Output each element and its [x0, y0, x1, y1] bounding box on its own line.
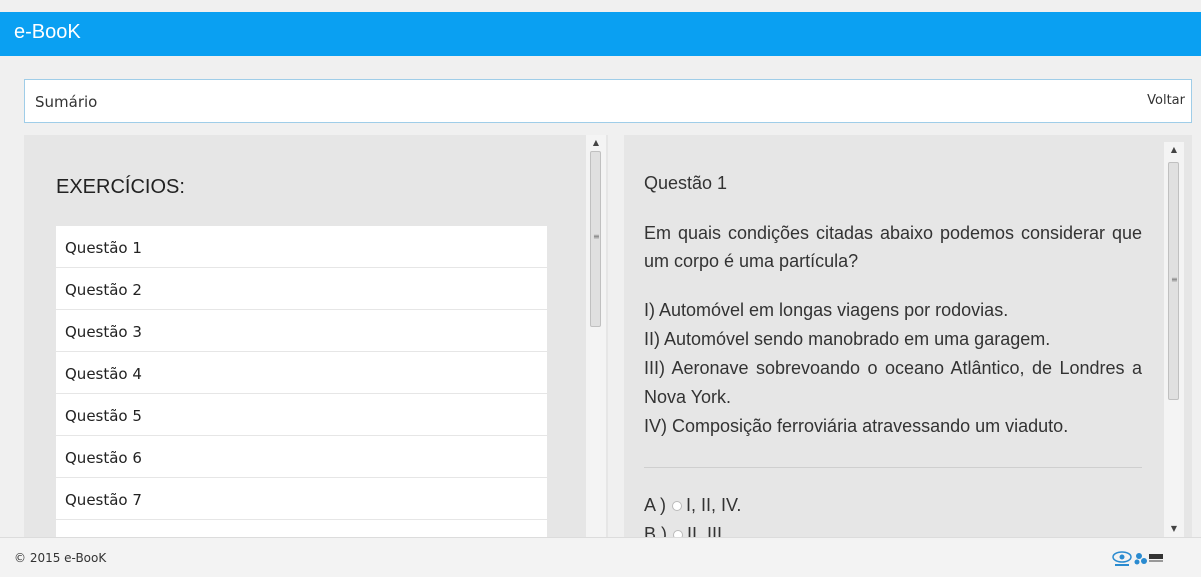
copyright-text: © 2015 e-BooK — [14, 551, 107, 565]
statement-item: II) Automóvel sendo manobrado em uma gar… — [644, 329, 1051, 349]
question-list-item-partial[interactable] — [56, 520, 547, 537]
question-list: Questão 1 Questão 2 Questão 3 Questão 4 … — [56, 226, 547, 537]
scrollbar-thumb[interactable]: ≡ — [590, 151, 601, 327]
question-list-item[interactable]: Questão 7 — [56, 478, 547, 520]
question-list-item[interactable]: Questão 1 — [56, 226, 547, 268]
radio-button[interactable] — [672, 501, 683, 512]
app-title: e-BooK — [14, 21, 81, 43]
answer-option[interactable]: A ) I, II, IV. — [644, 495, 741, 516]
statement-item: III) Aeronave sobrevoando o oceano Atlân… — [644, 358, 1142, 407]
answer-option[interactable]: B ) II, III — [644, 524, 722, 537]
left-scrollbar[interactable]: ▲ ≡ — [586, 135, 606, 537]
question-list-item[interactable]: Questão 5 — [56, 394, 547, 436]
question-list-item[interactable]: Questão 4 — [56, 352, 547, 394]
question-text: Em quais condições citadas abaixo podemo… — [644, 223, 1142, 271]
statement-item: I) Automóvel em longas viagens por rodov… — [644, 300, 1009, 320]
question-list-item[interactable]: Questão 3 — [56, 310, 547, 352]
exercise-list-panel: EXERCÍCIOS: Questão 1 Questão 2 Questão … — [24, 135, 608, 537]
statement-item: IV) Composição ferroviária atravessando … — [644, 416, 1069, 436]
option-text: II, III — [687, 524, 723, 537]
back-link[interactable]: Voltar — [1147, 93, 1185, 108]
summary-label[interactable]: Sumário — [35, 93, 97, 111]
arrow-up-icon[interactable]: ▲ — [1164, 142, 1184, 158]
option-text: I, II, IV. — [686, 495, 742, 515]
statement-list: I) Automóvel em longas viagens por rodov… — [644, 296, 1142, 441]
exercises-heading: EXERCÍCIOS: — [56, 176, 185, 198]
question-title: Questão 1 — [644, 173, 728, 193]
summary-bar: Sumário Voltar — [24, 79, 1192, 123]
grip-icon: ≡ — [593, 232, 600, 241]
footer: © 2015 e-BooK — [0, 537, 1201, 577]
option-letter: B ) — [644, 524, 668, 537]
arrow-up-icon[interactable]: ▲ — [586, 135, 606, 151]
top-bar: e-BooK — [0, 12, 1201, 56]
option-letter: A ) — [644, 495, 667, 515]
question-list-item[interactable]: Questão 2 — [56, 268, 547, 310]
divider — [644, 467, 1142, 468]
grip-icon: ≡ — [1171, 275, 1178, 284]
question-panel: Questão 1 Em quais condições citadas aba… — [624, 135, 1192, 537]
radio-button[interactable] — [673, 530, 684, 537]
question-list-item[interactable]: Questão 6 — [56, 436, 547, 478]
scrollbar-thumb[interactable]: ≡ — [1168, 162, 1179, 400]
arrow-down-icon[interactable]: ▼ — [1164, 521, 1184, 537]
right-scrollbar[interactable]: ▲ ≡ ▼ — [1164, 142, 1184, 537]
capes-ufg-logo — [1112, 551, 1163, 566]
